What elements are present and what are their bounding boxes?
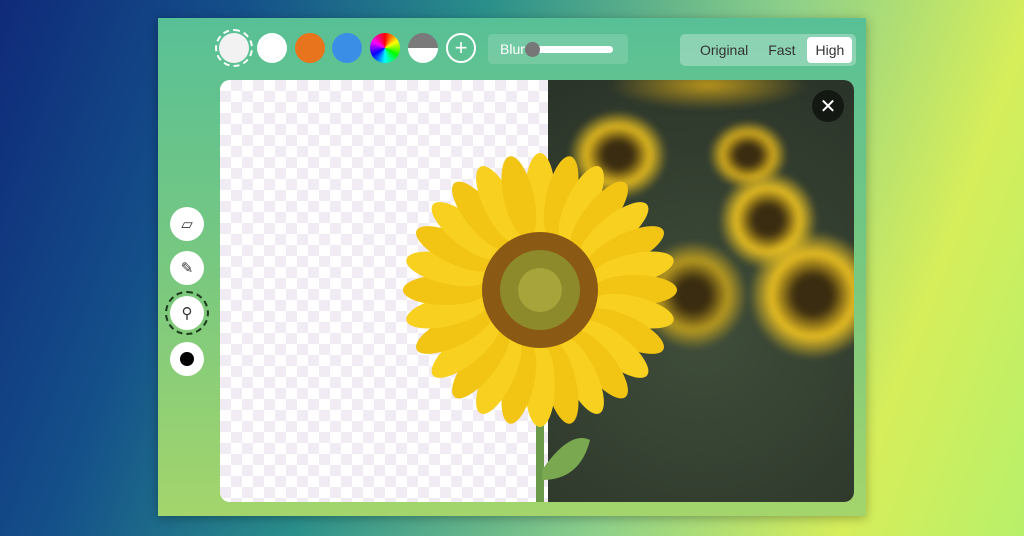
add-color-button[interactable]: +	[446, 33, 476, 63]
eraser-tool[interactable]: ▱	[170, 207, 204, 241]
eyedropper-icon: ⚲	[181, 305, 193, 322]
quality-fast[interactable]: Fast	[760, 37, 803, 63]
blur-label: Blur	[500, 41, 525, 57]
close-button[interactable]: ✕	[812, 90, 844, 122]
pencil-tool[interactable]: ✎	[170, 251, 204, 285]
eyedropper-tool[interactable]: ⚲	[165, 291, 209, 335]
close-icon: ✕	[819, 95, 837, 118]
blur-slider[interactable]	[524, 41, 613, 57]
quality-selector: Original Fast High	[680, 34, 856, 66]
swatch-gray-white[interactable]	[408, 33, 438, 63]
swatch-transparent[interactable]	[215, 29, 253, 67]
swatch-white[interactable]	[257, 33, 287, 63]
swatch-color-wheel[interactable]	[370, 33, 400, 63]
brush-size-tool[interactable]	[170, 342, 204, 376]
quality-high[interactable]: High	[807, 37, 853, 63]
brush-dot-icon	[180, 352, 194, 366]
swatch-orange[interactable]	[295, 33, 325, 63]
eraser-icon: ▱	[181, 216, 193, 233]
image-canvas[interactable]	[220, 80, 854, 502]
swatch-blue[interactable]	[332, 33, 362, 63]
blur-control: Blur	[488, 34, 628, 64]
blur-slider-handle[interactable]	[524, 41, 540, 57]
pencil-icon: ✎	[180, 260, 194, 277]
sunflower	[403, 153, 677, 502]
plus-icon: +	[454, 35, 468, 60]
quality-original[interactable]: Original	[692, 37, 756, 63]
